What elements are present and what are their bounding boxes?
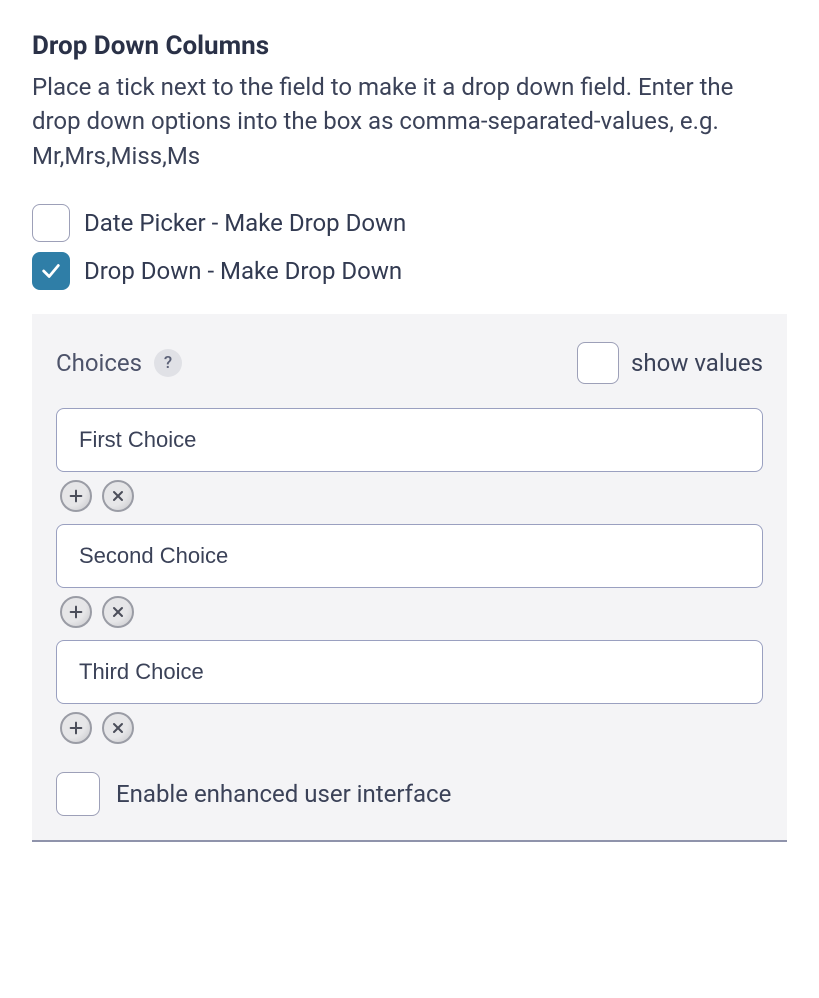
plus-icon (68, 720, 84, 736)
choice-actions-1 (56, 480, 763, 512)
add-choice-button[interactable] (60, 480, 92, 512)
enable-enhanced-ui-checkbox[interactable] (56, 772, 100, 816)
remove-choice-button[interactable] (102, 480, 134, 512)
help-icon[interactable]: ? (154, 349, 182, 377)
x-icon (110, 604, 126, 620)
choice-input-3[interactable] (56, 640, 763, 704)
show-values-label: show values (631, 346, 763, 381)
field-checkbox-date-picker[interactable] (32, 204, 70, 242)
choice-actions-2 (56, 596, 763, 628)
field-label-date-picker: Date Picker - Make Drop Down (84, 206, 406, 241)
choices-panel: Choices ? show values (32, 314, 787, 842)
choice-actions-3 (56, 712, 763, 744)
plus-icon (68, 604, 84, 620)
check-icon (40, 260, 62, 282)
field-row-drop-down: Drop Down - Make Drop Down (32, 252, 787, 290)
plus-icon (68, 488, 84, 504)
x-icon (110, 488, 126, 504)
enable-enhanced-ui-label: Enable enhanced user interface (116, 777, 451, 812)
x-icon (110, 720, 126, 736)
add-choice-button[interactable] (60, 596, 92, 628)
choice-input-2[interactable] (56, 524, 763, 588)
field-row-date-picker: Date Picker - Make Drop Down (32, 204, 787, 242)
section-description: Place a tick next to the field to make i… (32, 70, 772, 174)
show-values-toggle: show values (577, 342, 763, 384)
section-heading: Drop Down Columns (32, 28, 787, 66)
choices-header: Choices ? show values (56, 342, 763, 384)
choice-input-1[interactable] (56, 408, 763, 472)
remove-choice-button[interactable] (102, 712, 134, 744)
choices-label: Choices (56, 346, 142, 381)
show-values-checkbox[interactable] (577, 342, 619, 384)
add-choice-button[interactable] (60, 712, 92, 744)
enable-enhanced-ui-row: Enable enhanced user interface (56, 772, 763, 816)
field-checkbox-drop-down[interactable] (32, 252, 70, 290)
field-label-drop-down: Drop Down - Make Drop Down (84, 254, 402, 289)
remove-choice-button[interactable] (102, 596, 134, 628)
